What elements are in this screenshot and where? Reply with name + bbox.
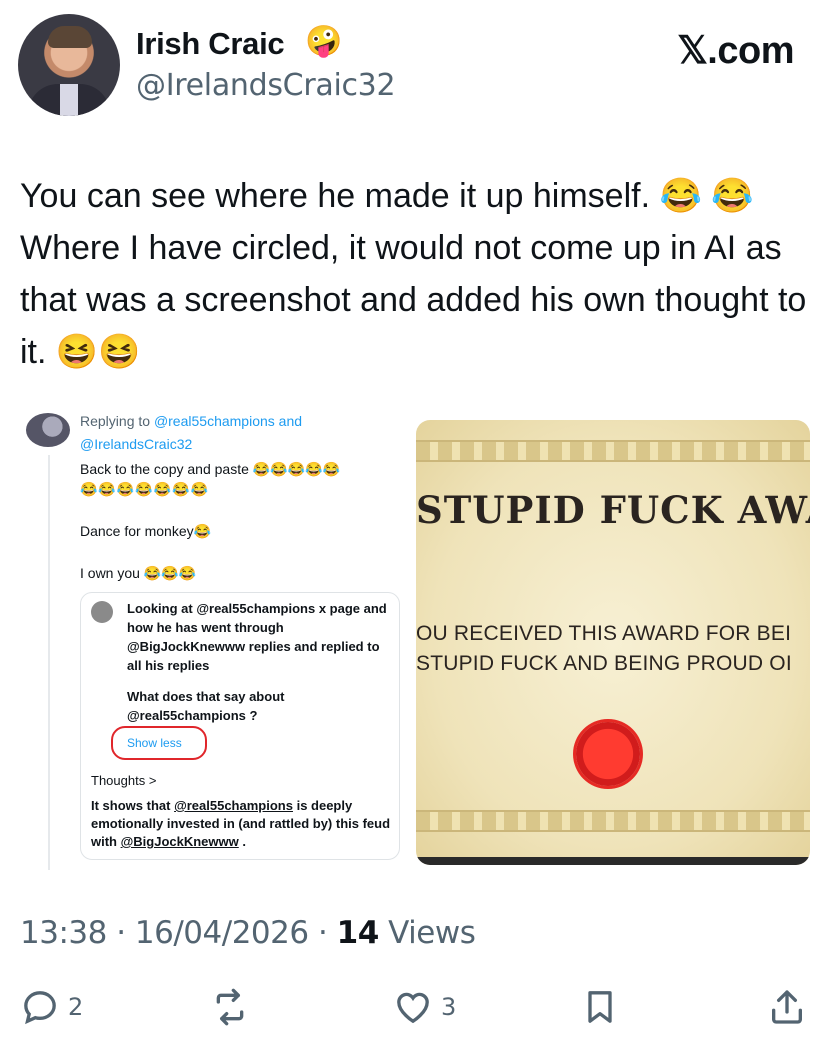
award-line-2: STUPID FUCK AND BEING PROUD OI xyxy=(416,652,792,675)
heart-icon xyxy=(397,992,429,1024)
reply-button[interactable]: 2 xyxy=(20,985,83,1029)
reply-avatar xyxy=(26,413,70,447)
reply-screenshot: Replying to @real55champions and @Irelan… xyxy=(20,405,412,870)
reply-line-emojis: 😂😂😂😂😂😂😂 xyxy=(80,481,210,497)
tweet-media[interactable]: Replying to @real55champions and @Irelan… xyxy=(20,405,810,870)
share-button[interactable] xyxy=(767,985,807,1029)
quote-text-2: What does that say about @real55champion… xyxy=(127,689,285,723)
post-date[interactable]: 16/04/2026 xyxy=(135,915,309,951)
quoted-post: Looking at @real55champions x page and h… xyxy=(80,592,400,860)
reply-count: 2 xyxy=(68,993,84,1021)
x-logo: 𝕏.com xyxy=(677,30,794,72)
like-count: 3 xyxy=(441,993,457,1021)
repost-icon xyxy=(216,988,244,1026)
author-name[interactable]: Irish Craic xyxy=(136,26,285,62)
action-bar: 2 3 xyxy=(0,985,828,1035)
reply-icon xyxy=(24,991,56,1025)
quote-text-1: Looking at @real55champions x page and h… xyxy=(127,601,387,673)
views-label: Views xyxy=(388,915,476,951)
award-border-top xyxy=(416,440,810,462)
replying-to: Replying to @real55champions and xyxy=(80,413,303,429)
award-line-1: OU RECEIVED THIS AWARD FOR BEI xyxy=(416,622,792,645)
post-meta: 13:38 · 16/04/2026 · 14 Views xyxy=(20,915,476,951)
name-emoji: 🤪 xyxy=(305,25,343,58)
author-handle[interactable]: @IrelandsCraic32 xyxy=(136,68,396,103)
post-time[interactable]: 13:38 xyxy=(20,915,107,951)
repost-button[interactable] xyxy=(210,985,250,1029)
reply-line-own: I own you 😂😂😂 xyxy=(80,565,197,581)
bookmark-icon xyxy=(588,991,612,1023)
quote-avatar xyxy=(91,601,113,623)
thread-line xyxy=(48,455,50,870)
bookmark-button[interactable] xyxy=(580,985,620,1029)
replying-mention: @IrelandsCraic32 xyxy=(80,436,193,452)
thoughts-text: It shows that @real55champions is deeply… xyxy=(91,798,391,849)
share-icon xyxy=(772,990,802,1024)
red-seal xyxy=(576,722,640,786)
thoughts-label: Thoughts > xyxy=(91,773,157,788)
award-image: STUPID FUCK AWAR OU RECEIVED THIS AWARD … xyxy=(416,420,810,865)
views-count: 14 xyxy=(336,915,380,951)
reply-line-dance: Dance for monkey😂 xyxy=(80,523,212,539)
reply-line-copy: Back to the copy and paste 😂😂😂😂😂 xyxy=(80,461,340,477)
tweet-text: You can see where he made it up himself.… xyxy=(20,177,807,371)
award-border-bottom xyxy=(416,810,810,832)
show-less-circled: Show less xyxy=(111,726,207,760)
author-avatar[interactable] xyxy=(18,14,120,116)
like-button[interactable]: 3 xyxy=(393,985,456,1029)
award-title: STUPID FUCK AWAR xyxy=(416,488,810,532)
